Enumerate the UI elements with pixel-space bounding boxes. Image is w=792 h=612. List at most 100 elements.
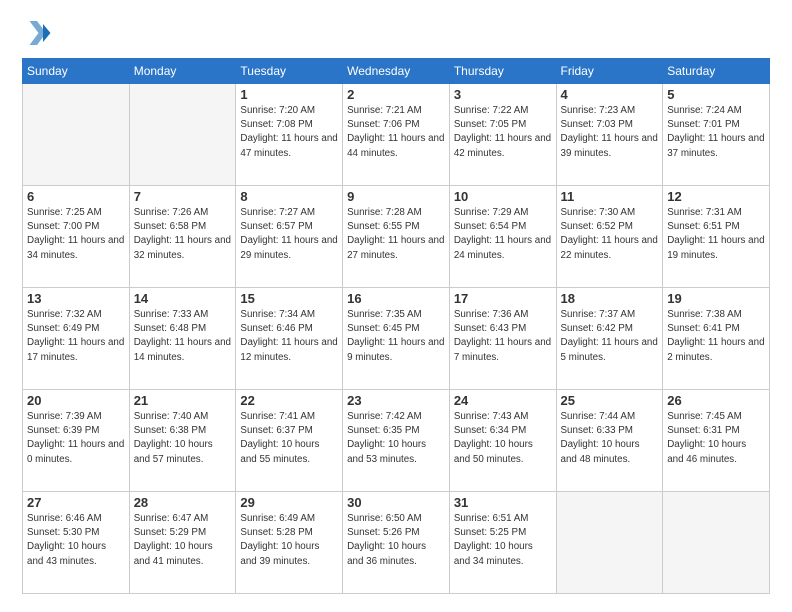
calendar-cell: 17 Sunrise: 7:36 AMSunset: 6:43 PMDayligh… [449,288,556,390]
day-info: Sunrise: 7:44 AMSunset: 6:33 PMDaylight:… [561,410,659,467]
day-number: 4 [561,87,659,102]
day-info: Sunrise: 7:35 AMSunset: 6:45 PMDaylight:… [347,308,445,365]
day-number: 1 [240,87,338,102]
day-number: 13 [27,291,125,306]
day-number: 31 [454,495,552,510]
calendar-cell [663,492,770,594]
day-number: 27 [27,495,125,510]
day-info: Sunrise: 7:37 AMSunset: 6:42 PMDaylight:… [561,308,659,365]
calendar-cell: 4 Sunrise: 7:23 AMSunset: 7:03 PMDaylight… [556,84,663,186]
day-number: 20 [27,393,125,408]
calendar-cell: 27 Sunrise: 6:46 AMSunset: 5:30 PMDayligh… [23,492,130,594]
day-number: 28 [134,495,232,510]
calendar-cell: 19 Sunrise: 7:38 AMSunset: 6:41 PMDayligh… [663,288,770,390]
day-number: 29 [240,495,338,510]
day-info: Sunrise: 7:42 AMSunset: 6:35 PMDaylight:… [347,410,445,467]
day-number: 26 [667,393,765,408]
calendar-cell: 14 Sunrise: 7:33 AMSunset: 6:48 PMDayligh… [129,288,236,390]
day-info: Sunrise: 6:46 AMSunset: 5:30 PMDaylight:… [27,512,125,569]
calendar-cell: 16 Sunrise: 7:35 AMSunset: 6:45 PMDayligh… [343,288,450,390]
day-info: Sunrise: 7:40 AMSunset: 6:38 PMDaylight:… [134,410,232,467]
page: SundayMondayTuesdayWednesdayThursdayFrid… [0,0,792,612]
calendar-cell: 7 Sunrise: 7:26 AMSunset: 6:58 PMDaylight… [129,186,236,288]
calendar-cell: 21 Sunrise: 7:40 AMSunset: 6:38 PMDayligh… [129,390,236,492]
weekday-header: Thursday [449,59,556,84]
weekday-header: Monday [129,59,236,84]
calendar-cell: 20 Sunrise: 7:39 AMSunset: 6:39 PMDayligh… [23,390,130,492]
weekday-header: Wednesday [343,59,450,84]
day-number: 2 [347,87,445,102]
day-info: Sunrise: 6:47 AMSunset: 5:29 PMDaylight:… [134,512,232,569]
day-number: 17 [454,291,552,306]
calendar-cell: 31 Sunrise: 6:51 AMSunset: 5:25 PMDayligh… [449,492,556,594]
calendar-cell: 2 Sunrise: 7:21 AMSunset: 7:06 PMDaylight… [343,84,450,186]
day-info: Sunrise: 7:23 AMSunset: 7:03 PMDaylight:… [561,104,659,161]
day-number: 9 [347,189,445,204]
day-info: Sunrise: 7:31 AMSunset: 6:51 PMDaylight:… [667,206,765,263]
calendar-cell: 10 Sunrise: 7:29 AMSunset: 6:54 PMDayligh… [449,186,556,288]
day-number: 8 [240,189,338,204]
weekday-header: Friday [556,59,663,84]
calendar-cell [129,84,236,186]
weekday-header: Tuesday [236,59,343,84]
day-info: Sunrise: 6:50 AMSunset: 5:26 PMDaylight:… [347,512,445,569]
day-number: 23 [347,393,445,408]
day-info: Sunrise: 7:45 AMSunset: 6:31 PMDaylight:… [667,410,765,467]
day-number: 19 [667,291,765,306]
calendar-cell: 1Sunrise: 7:20 AMSunset: 7:08 PMDaylight… [236,84,343,186]
day-number: 22 [240,393,338,408]
calendar-cell: 11Sunrise: 7:30 AMSunset: 6:52 PMDayligh… [556,186,663,288]
calendar-cell: 24 Sunrise: 7:43 AMSunset: 6:34 PMDayligh… [449,390,556,492]
day-number: 7 [134,189,232,204]
day-info: Sunrise: 7:21 AMSunset: 7:06 PMDaylight:… [347,104,445,161]
day-number: 14 [134,291,232,306]
calendar-cell: 30 Sunrise: 6:50 AMSunset: 5:26 PMDayligh… [343,492,450,594]
calendar-cell: 3Sunrise: 7:22 AMSunset: 7:05 PMDaylight… [449,84,556,186]
day-number: 5 [667,87,765,102]
day-info: Sunrise: 7:30 AMSunset: 6:52 PMDaylight:… [561,206,659,263]
calendar-week-row: 6 Sunrise: 7:25 AMSunset: 7:00 PMDaylight… [23,186,770,288]
day-number: 25 [561,393,659,408]
day-info: Sunrise: 7:39 AMSunset: 6:39 PMDaylight:… [27,410,125,467]
calendar-week-row: 1Sunrise: 7:20 AMSunset: 7:08 PMDaylight… [23,84,770,186]
day-info: Sunrise: 7:24 AMSunset: 7:01 PMDaylight:… [667,104,765,161]
calendar-week-row: 20 Sunrise: 7:39 AMSunset: 6:39 PMDayligh… [23,390,770,492]
header [22,18,770,48]
calendar-cell [556,492,663,594]
calendar-cell [23,84,130,186]
day-info: Sunrise: 7:25 AMSunset: 7:00 PMDaylight:… [27,206,125,263]
day-number: 24 [454,393,552,408]
day-info: Sunrise: 7:32 AMSunset: 6:49 PMDaylight:… [27,308,125,365]
day-number: 12 [667,189,765,204]
day-number: 10 [454,189,552,204]
calendar-cell: 12 Sunrise: 7:31 AMSunset: 6:51 PMDayligh… [663,186,770,288]
logo-icon [22,18,52,48]
day-number: 18 [561,291,659,306]
weekday-header: Sunday [23,59,130,84]
weekday-header: Saturday [663,59,770,84]
day-info: Sunrise: 7:43 AMSunset: 6:34 PMDaylight:… [454,410,552,467]
day-info: Sunrise: 7:29 AMSunset: 6:54 PMDaylight:… [454,206,552,263]
calendar-week-row: 27 Sunrise: 6:46 AMSunset: 5:30 PMDayligh… [23,492,770,594]
day-info: Sunrise: 7:34 AMSunset: 6:46 PMDaylight:… [240,308,338,365]
day-info: Sunrise: 7:33 AMSunset: 6:48 PMDaylight:… [134,308,232,365]
day-info: Sunrise: 7:36 AMSunset: 6:43 PMDaylight:… [454,308,552,365]
day-info: Sunrise: 7:22 AMSunset: 7:05 PMDaylight:… [454,104,552,161]
day-number: 30 [347,495,445,510]
calendar-cell: 5 Sunrise: 7:24 AMSunset: 7:01 PMDaylight… [663,84,770,186]
calendar-cell: 6 Sunrise: 7:25 AMSunset: 7:00 PMDaylight… [23,186,130,288]
day-number: 6 [27,189,125,204]
day-info: Sunrise: 7:28 AMSunset: 6:55 PMDaylight:… [347,206,445,263]
calendar-cell: 23 Sunrise: 7:42 AMSunset: 6:35 PMDayligh… [343,390,450,492]
day-info: Sunrise: 7:38 AMSunset: 6:41 PMDaylight:… [667,308,765,365]
day-number: 21 [134,393,232,408]
calendar-cell: 15Sunrise: 7:34 AMSunset: 6:46 PMDayligh… [236,288,343,390]
calendar-cell: 25 Sunrise: 7:44 AMSunset: 6:33 PMDayligh… [556,390,663,492]
calendar-cell: 28 Sunrise: 6:47 AMSunset: 5:29 PMDayligh… [129,492,236,594]
day-info: Sunrise: 6:51 AMSunset: 5:25 PMDaylight:… [454,512,552,569]
day-info: Sunrise: 7:26 AMSunset: 6:58 PMDaylight:… [134,206,232,263]
calendar-cell: 9 Sunrise: 7:28 AMSunset: 6:55 PMDaylight… [343,186,450,288]
calendar-cell: 13 Sunrise: 7:32 AMSunset: 6:49 PMDayligh… [23,288,130,390]
calendar-header-row: SundayMondayTuesdayWednesdayThursdayFrid… [23,59,770,84]
day-number: 16 [347,291,445,306]
